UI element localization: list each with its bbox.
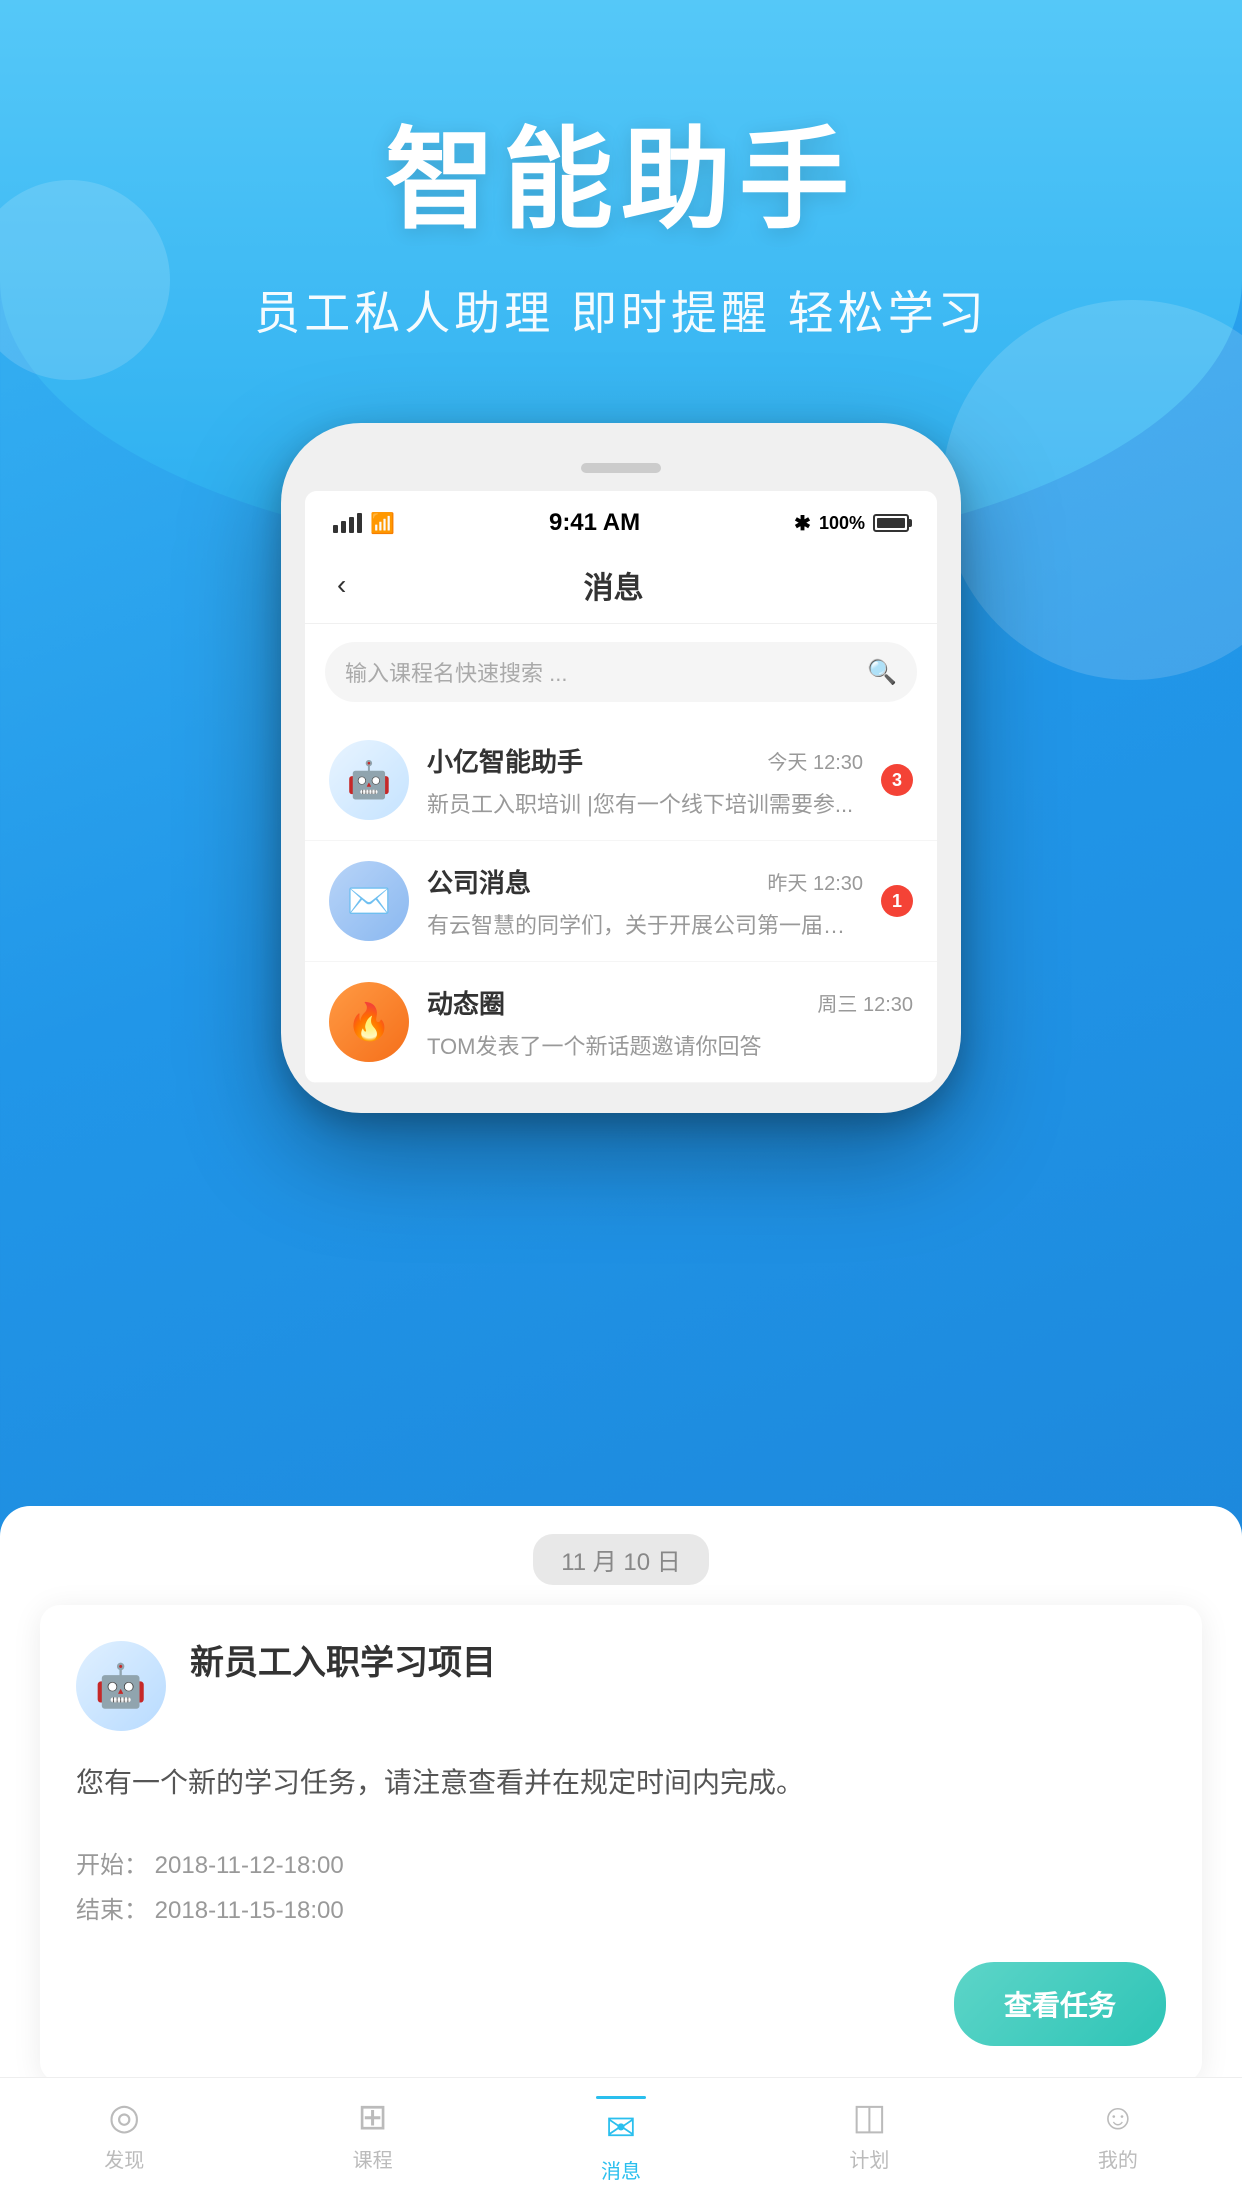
signal-bar-3 [349,517,354,533]
nav-item-plan[interactable]: ◫ 计划 [745,2078,993,2208]
wifi-icon: 📶 [370,511,395,536]
status-right: ✱ 100% [794,511,909,536]
view-task-button[interactable]: 查看任务 [954,1962,1166,2046]
notif-card-title: 新员工入职学习项目 [190,1641,496,1685]
plan-icon: ◫ [852,2096,886,2138]
message-header-2: 动态圈 周三 12:30 [427,984,913,1021]
white-card: 11 月 10 日 🤖 新员工入职学习项目 您有一个新的学习任务，请注意查看并在… [0,1506,1242,2208]
notif-meta: 开始： 2018-11-12-18:00 结束： 2018-11-15-18:0… [76,1843,1166,1934]
hero-subtitle: 员工私人助理 即时提醒 轻松学习 [0,277,1242,343]
courses-icon: ⊞ [358,2096,388,2138]
status-left: 📶 [333,511,395,536]
message-list: 🤖 小亿智能助手 今天 12:30 新员工入职培训 |您有一个线下培训需要参..… [305,720,937,1083]
signal-bars-icon [333,513,362,533]
signal-bar-4 [357,513,362,533]
notif-start-value: 2018-11-12-18:00 [155,1852,344,1879]
notif-start: 开始： 2018-11-12-18:00 [76,1843,1166,1889]
phone-screen: 📶 9:41 AM ✱ 100% ‹ 消息 输入课程名快速搜 [305,491,937,1083]
message-preview-2: TOM发表了一个新话题邀请你回答 [427,1029,913,1061]
search-bar[interactable]: 输入课程名快速搜索 ... 🔍 [325,642,917,702]
message-content-0: 小亿智能助手 今天 12:30 新员工入职培训 |您有一个线下培训需要参... [427,742,863,819]
bottom-nav: ◎ 发现 ⊞ 课程 ✉ 消息 ◫ 计划 ☺ 我的 [0,2077,1242,2208]
notif-start-label: 开始： [76,1852,148,1879]
nav-active-indicator [596,2096,646,2099]
nav-label-plan: 计划 [849,2144,889,2173]
nav-label-mine: 我的 [1098,2144,1138,2173]
nav-item-discover[interactable]: ◎ 发现 [0,2078,248,2208]
avatar-mail: ✉️ [329,861,409,941]
mine-icon: ☺ [1099,2096,1136,2138]
hero-section: 智能助手 员工私人助理 即时提醒 轻松学习 [0,0,1242,343]
discover-icon: ◎ [108,2096,139,2138]
search-container: 输入课程名快速搜索 ... 🔍 [305,624,937,720]
notif-footer: 查看任务 [76,1962,1166,2046]
nav-item-mine[interactable]: ☺ 我的 [994,2078,1242,2208]
messages-icon: ✉ [606,2107,636,2149]
nav-item-messages[interactable]: ✉ 消息 [497,2078,745,2208]
phone-wrapper: 📶 9:41 AM ✱ 100% ‹ 消息 输入课程名快速搜 [0,423,1242,1113]
notif-end-label: 结束： [76,1897,148,1924]
message-time-1: 昨天 12:30 [767,867,863,896]
notif-end-value: 2018-11-15-18:00 [155,1897,344,1924]
bluetooth-icon: ✱ [794,511,811,536]
message-time-2: 周三 12:30 [817,988,913,1017]
status-bar: 📶 9:41 AM ✱ 100% [305,491,937,547]
avatar-fire: 🔥 [329,982,409,1062]
message-item-0[interactable]: 🤖 小亿智能助手 今天 12:30 新员工入职培训 |您有一个线下培训需要参..… [305,720,937,841]
phone-speaker [581,463,661,473]
date-badge: 11 月 10 日 [0,1506,1242,1605]
notification-card: 🤖 新员工入职学习项目 您有一个新的学习任务，请注意查看并在规定时间内完成。 开… [40,1605,1202,2082]
nav-title: 消息 [354,563,873,607]
phone-notch [305,453,937,483]
message-name-1: 公司消息 [427,863,531,900]
message-content-1: 公司消息 昨天 12:30 有云智慧的同学们，关于开展公司第一届上... [427,863,863,940]
hero-title: 智能助手 [0,120,1242,241]
search-icon: 🔍 [867,658,897,687]
nav-label-discover: 发现 [104,2144,144,2173]
message-preview-0: 新员工入职培训 |您有一个线下培训需要参... [427,787,863,819]
signal-bar-1 [333,525,338,533]
date-pill: 11 月 10 日 [533,1534,709,1585]
phone-mockup: 📶 9:41 AM ✱ 100% ‹ 消息 输入课程名快速搜 [281,423,961,1113]
battery-percent: 100% [819,513,865,534]
nav-item-courses[interactable]: ⊞ 课程 [248,2078,496,2208]
badge-0: 3 [881,764,913,796]
notification-header: 🤖 新员工入职学习项目 [76,1641,1166,1731]
notif-end: 结束： 2018-11-15-18:00 [76,1888,1166,1934]
signal-bar-2 [341,521,346,533]
badge-1: 1 [881,885,913,917]
notif-body: 您有一个新的学习任务，请注意查看并在规定时间内完成。 [76,1759,1166,1807]
nav-label-messages: 消息 [601,2155,641,2184]
message-item-1[interactable]: ✉️ 公司消息 昨天 12:30 有云智慧的同学们，关于开展公司第一届上... … [305,841,937,962]
message-preview-1: 有云智慧的同学们，关于开展公司第一届上... [427,908,863,940]
notif-avatar: 🤖 [76,1641,166,1731]
search-placeholder: 输入课程名快速搜索 ... [345,656,855,688]
message-header-0: 小亿智能助手 今天 12:30 [427,742,863,779]
message-item-2[interactable]: 🔥 动态圈 周三 12:30 TOM发表了一个新话题邀请你回答 [305,962,937,1083]
message-name-0: 小亿智能助手 [427,742,583,779]
nav-bar: ‹ 消息 [305,547,937,624]
message-time-0: 今天 12:30 [767,746,863,775]
avatar-robot: 🤖 [329,740,409,820]
message-header-1: 公司消息 昨天 12:30 [427,863,863,900]
message-content-2: 动态圈 周三 12:30 TOM发表了一个新话题邀请你回答 [427,984,913,1061]
message-name-2: 动态圈 [427,984,505,1021]
nav-label-courses: 课程 [353,2144,393,2173]
status-time: 9:41 AM [549,509,640,537]
battery-icon [873,514,909,532]
back-button[interactable]: ‹ [329,565,354,605]
